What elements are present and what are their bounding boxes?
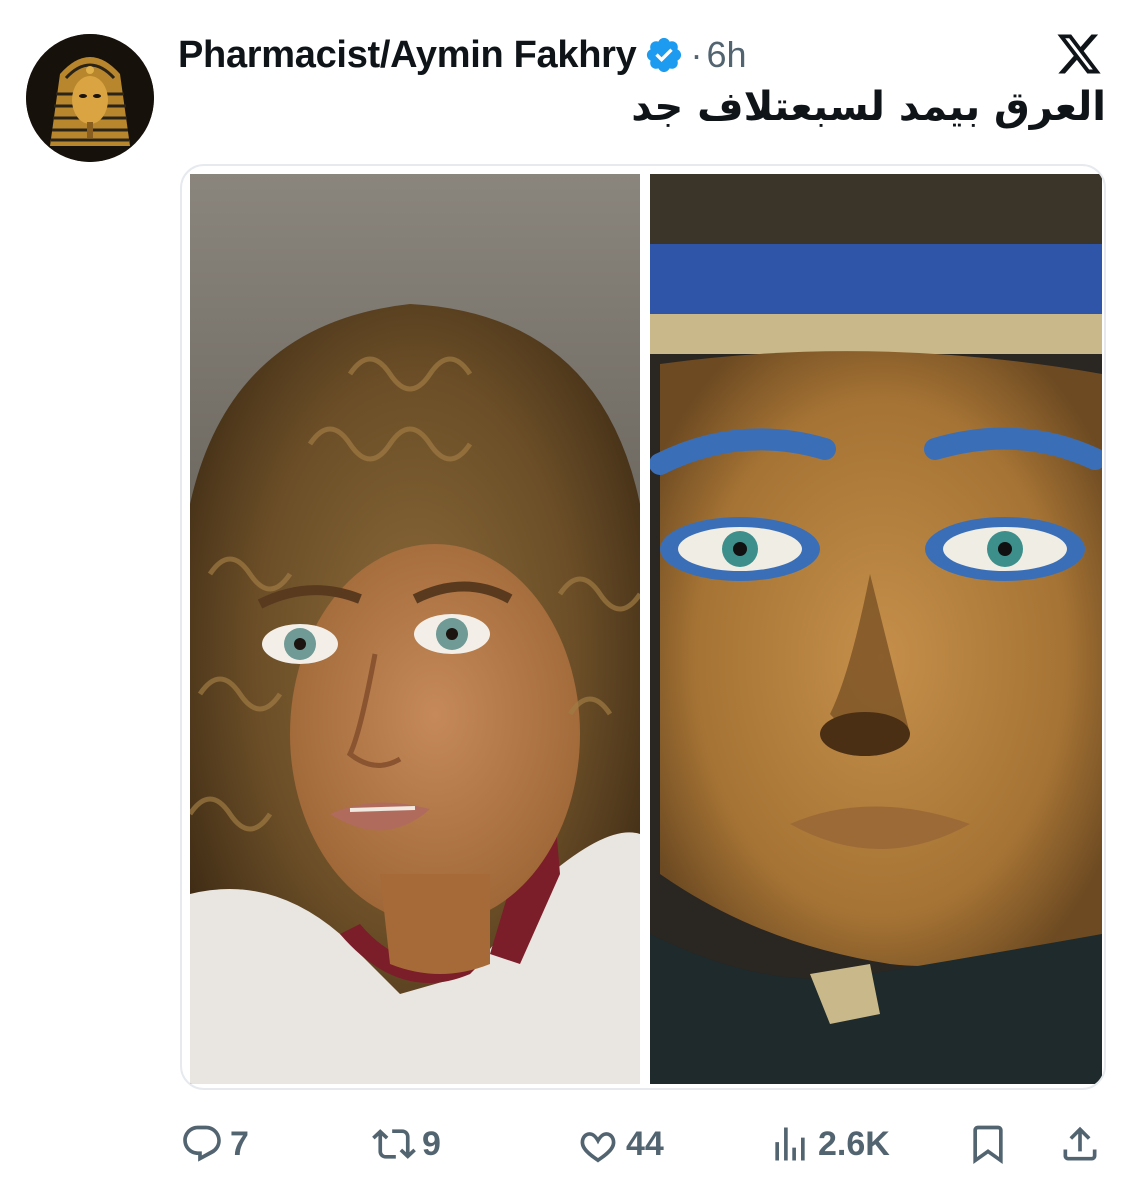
- share-icon: [1058, 1122, 1102, 1166]
- action-bar: 7 9 44 2.6K: [0, 1112, 1134, 1176]
- verified-badge-icon: [644, 35, 684, 75]
- heart-icon: [576, 1122, 620, 1166]
- views-icon: [768, 1122, 812, 1166]
- views-count: 2.6K: [818, 1124, 890, 1163]
- photo-girl-portrait[interactable]: [190, 174, 640, 1084]
- tweet-text: العرق بيمد لسبعتلاف جد: [631, 84, 1106, 130]
- retweet-icon: [372, 1122, 416, 1166]
- pharaoh-mask-icon: [26, 34, 154, 162]
- retweet-button[interactable]: 9: [372, 1120, 441, 1168]
- reply-icon: [180, 1122, 224, 1166]
- reply-button[interactable]: 7: [180, 1120, 249, 1168]
- retweet-count: 9: [422, 1124, 441, 1163]
- bookmark-button[interactable]: [966, 1120, 1010, 1168]
- header-separator: ·: [690, 34, 703, 75]
- reply-count: 7: [230, 1124, 249, 1163]
- x-logo-icon: [1054, 30, 1104, 78]
- tweet-card: Pharmacist/Aymin Fakhry · 6h العرق بيمد …: [0, 0, 1134, 1200]
- tweet-media[interactable]: [180, 164, 1106, 1090]
- avatar[interactable]: [26, 34, 154, 162]
- views-button[interactable]: 2.6K: [768, 1120, 890, 1168]
- like-button[interactable]: 44: [576, 1120, 664, 1168]
- like-count: 44: [626, 1124, 664, 1163]
- photo-egyptian-mask[interactable]: [650, 174, 1102, 1084]
- tweet-header: Pharmacist/Aymin Fakhry · 6h: [178, 30, 746, 80]
- tweet-timestamp[interactable]: 6h: [706, 34, 746, 76]
- share-button[interactable]: [1058, 1120, 1102, 1168]
- bookmark-icon: [966, 1122, 1010, 1166]
- author-display-name[interactable]: Pharmacist/Aymin Fakhry: [178, 34, 637, 77]
